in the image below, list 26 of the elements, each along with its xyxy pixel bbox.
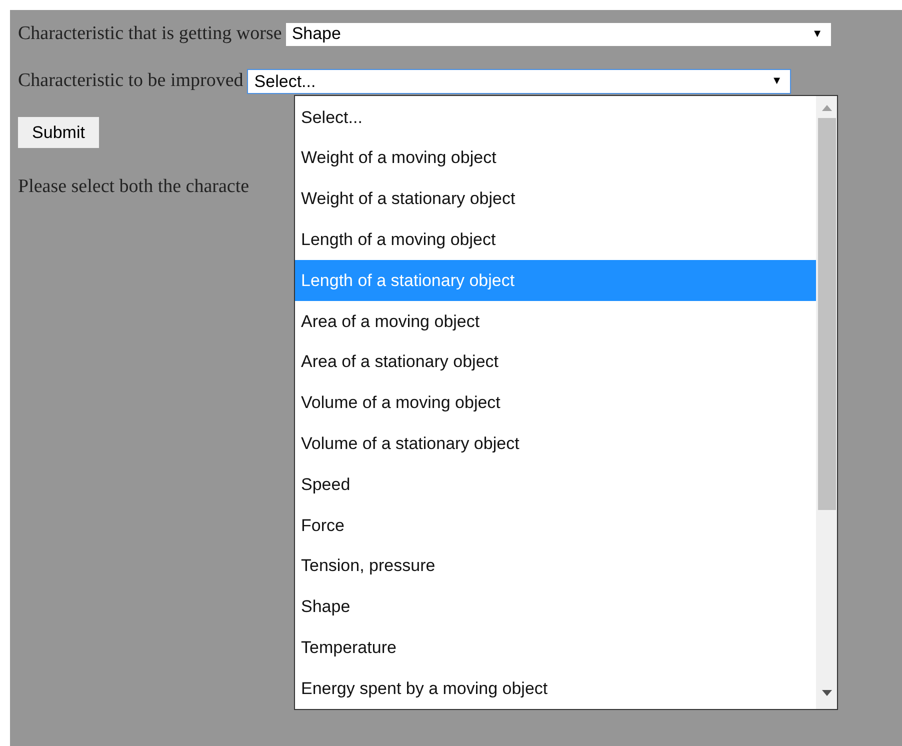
- dropdown-option[interactable]: Area of a moving object: [295, 300, 816, 342]
- dropdown-option[interactable]: Area of a stationary object: [295, 342, 816, 383]
- dropdown-option[interactable]: Temperature: [295, 627, 816, 668]
- field-label: Characteristic to be improved: [18, 69, 244, 94]
- dropdown-option[interactable]: Weight of a stationary object: [295, 178, 816, 220]
- dropdown-option[interactable]: Weight of a moving object: [295, 138, 816, 179]
- submit-button[interactable]: Submit: [18, 117, 99, 148]
- scroll-up-icon[interactable]: [822, 105, 832, 111]
- dropdown-option[interactable]: Volume of a moving object: [295, 382, 816, 424]
- dropdown-option[interactable]: Speed: [295, 464, 816, 505]
- scrollbar-thumb[interactable]: [818, 118, 836, 510]
- dropdown-option[interactable]: Volume of a stationary object: [295, 423, 816, 464]
- field-label: Characteristic that is getting worse: [18, 22, 282, 46]
- select-field[interactable]: Shape ▼: [286, 22, 831, 46]
- dropdown-option[interactable]: Energy spent by a moving object: [295, 668, 816, 709]
- dropdown-option[interactable]: Length of a moving object: [295, 219, 816, 260]
- status-message: Please select both the characte: [18, 176, 250, 197]
- dropdown-arrow-icon: ▼: [771, 73, 782, 90]
- dropdown-option[interactable]: Tension, pressure: [295, 546, 816, 587]
- dropdown-option[interactable]: Force: [295, 504, 816, 546]
- scroll-down-icon[interactable]: [822, 690, 832, 696]
- dropdown-option[interactable]: Shape: [295, 586, 816, 628]
- dropdown-arrow-icon: ▼: [812, 26, 823, 42]
- dropdown-option[interactable]: Select...: [295, 97, 816, 138]
- select-field[interactable]: Select... ▼: [247, 69, 792, 94]
- scrollbar[interactable]: [816, 96, 837, 709]
